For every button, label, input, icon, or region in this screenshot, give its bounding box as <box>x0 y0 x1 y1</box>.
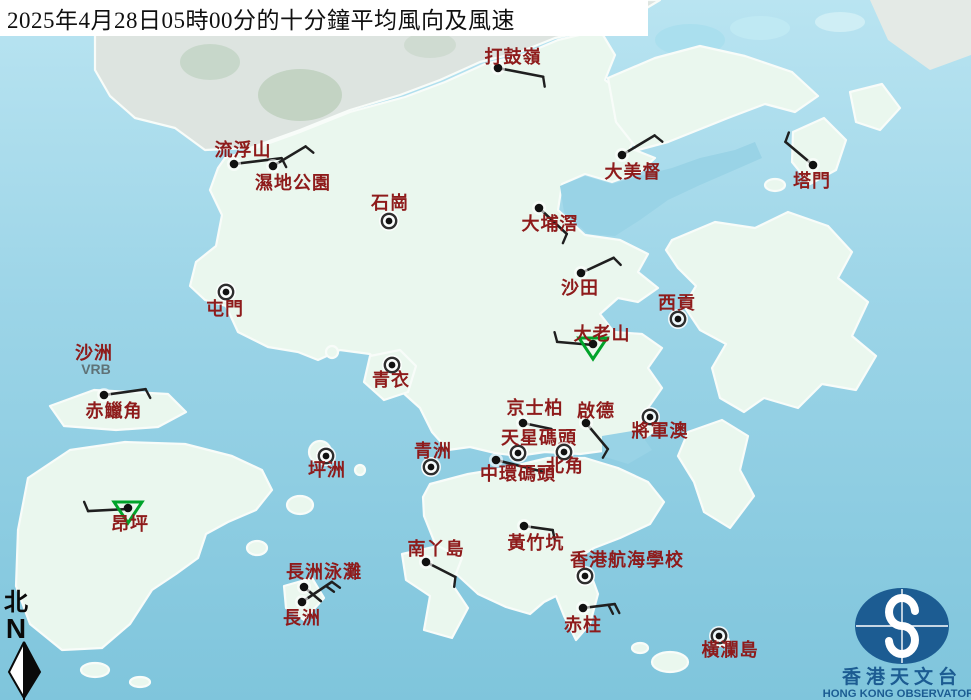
station-dot-icon <box>222 288 230 296</box>
station-dot-icon <box>491 455 501 465</box>
station-label: 西貢 <box>658 293 696 313</box>
islet-soko <box>128 675 152 689</box>
station-label: 大美督 <box>605 161 662 182</box>
station-dot-icon <box>534 203 544 213</box>
station-dot-icon <box>388 361 396 369</box>
wind-barb-feather <box>452 575 457 589</box>
station-label: 沙洲 <box>75 343 113 363</box>
station-dot-icon <box>715 632 723 640</box>
station-label: 長洲 <box>283 608 321 628</box>
islet <box>285 494 315 516</box>
station-dot-icon <box>808 160 818 170</box>
station-label: 橫瀾島 <box>702 639 759 660</box>
shenzhen-green-patch <box>180 44 240 80</box>
station-label: 啟德 <box>577 400 615 421</box>
station-sub-label: VRB <box>81 361 111 377</box>
hko-name-english: HONG KONG OBSERVATORY <box>823 688 971 700</box>
station-label: 中環碼頭 <box>480 463 556 484</box>
island-ma-wan <box>324 344 340 360</box>
map-title: 2025年4月28日05時00分的十分鐘平均風向及風速 <box>7 8 515 33</box>
islet <box>763 177 787 193</box>
station-dot-icon <box>674 315 682 323</box>
station-dot-icon <box>617 150 627 160</box>
station-dot-icon <box>581 572 589 580</box>
station-dot-icon <box>299 582 309 592</box>
station-label: 大老山 <box>574 323 631 344</box>
station-dot-icon <box>519 521 529 531</box>
station-label: 長洲泳灘 <box>286 561 362 582</box>
station-label: 昂坪 <box>111 514 149 534</box>
station-label: 南丫島 <box>408 538 465 559</box>
station-label: 沙田 <box>561 278 599 298</box>
station-label: 青洲 <box>414 441 452 461</box>
station-dot-icon <box>268 161 278 171</box>
station-label: 青衣 <box>372 369 410 390</box>
station-label: 流浮山 <box>215 139 272 160</box>
station-label: 赤柱 <box>564 614 602 635</box>
station-label: 塔門 <box>793 170 831 191</box>
hong-kong-map: 打鼓嶺流浮山濕地公園石崗大埔滘 大美督 塔門沙田屯門 西貢大老山沙洲VRB 赤鱲角 青衣京… <box>0 0 971 700</box>
station-label: 石崗 <box>370 192 409 213</box>
station-dot-icon <box>99 390 109 400</box>
station-label: 黃竹坑 <box>507 532 565 553</box>
station-label: 濕地公園 <box>255 172 331 193</box>
station-dot-icon <box>229 159 239 169</box>
station-dot-icon <box>578 603 588 613</box>
wind-map-page: 打鼓嶺流浮山濕地公園石崗大埔滘 大美督 塔門沙田屯門 西貢大老山沙洲 VRB 赤鱲角 青衣京… <box>0 0 971 700</box>
station-label: 大埔滘 <box>522 213 579 234</box>
station-dot-icon <box>297 597 307 607</box>
station-dot-icon <box>576 268 586 278</box>
station-label: 屯門 <box>206 298 244 319</box>
station-sha-chau: 沙洲VRB <box>75 343 113 377</box>
station-dot-icon <box>123 503 133 513</box>
station-label: 香港航海學校 <box>569 549 684 570</box>
islet <box>353 463 367 477</box>
island-po-toi <box>650 650 690 674</box>
hko-name-chinese: 香港天文台 <box>841 665 962 688</box>
station-label: 赤鱲角 <box>86 400 143 421</box>
islet <box>630 641 650 655</box>
islet <box>245 539 269 557</box>
title-bar: 2025年4月28日05時00分的十分鐘平均風向及風速 <box>0 0 648 36</box>
island-northeast <box>730 16 790 40</box>
station-dot-icon <box>322 452 330 460</box>
station-dot-icon <box>518 418 528 428</box>
station-dot-icon <box>514 449 522 457</box>
wind-barb-feather <box>541 75 546 88</box>
station-label: 京士柏 <box>507 397 564 418</box>
station-dot-icon <box>427 463 435 471</box>
station-label: 將軍澳 <box>632 420 689 441</box>
islet-soko <box>79 661 111 679</box>
north-hanzi-label: 北 <box>4 589 28 616</box>
station-dot-icon <box>560 448 568 456</box>
shenzhen-green-patch <box>258 69 342 121</box>
station-dot-icon <box>646 413 654 421</box>
station-dot-icon <box>385 217 393 225</box>
station-label: 打鼓嶺 <box>485 46 542 67</box>
station-label: 坪洲 <box>308 460 346 480</box>
island-northeast <box>815 12 865 32</box>
north-letter-label: N <box>6 613 26 644</box>
